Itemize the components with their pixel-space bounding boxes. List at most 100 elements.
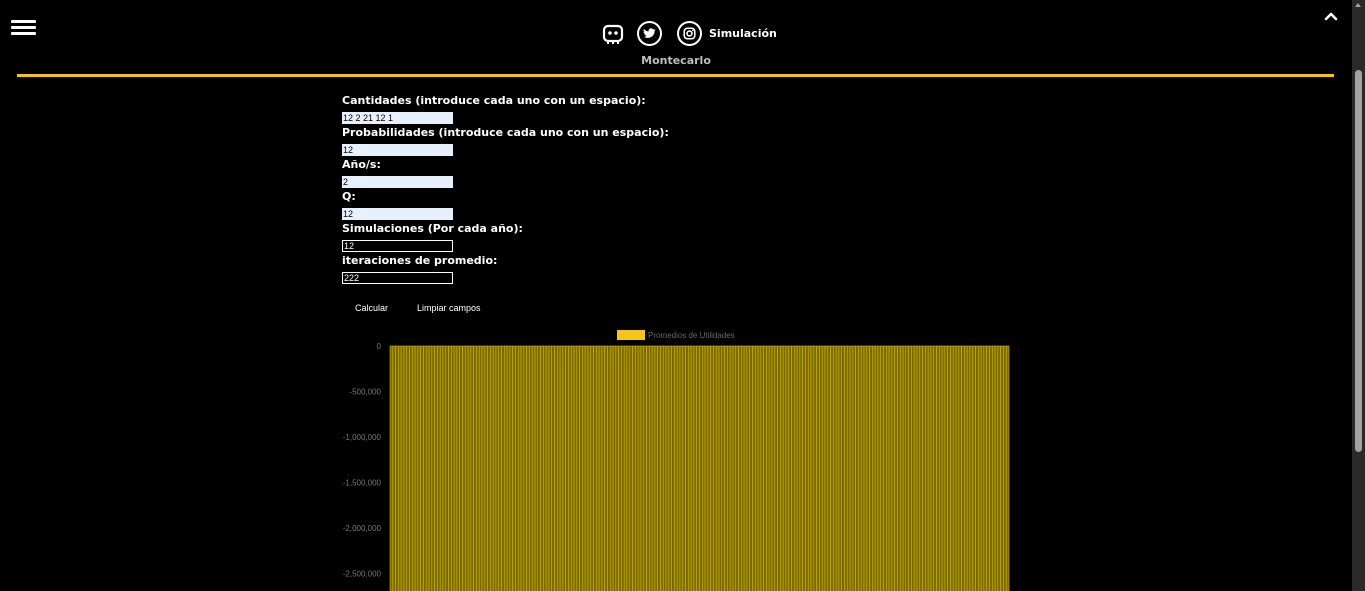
chart-bar — [819, 345, 823, 591]
chart-bar — [827, 345, 831, 591]
chart-bar — [417, 345, 421, 591]
chart-bar — [556, 345, 561, 591]
chart-bar — [980, 345, 985, 591]
chart-bar — [414, 345, 419, 591]
chart-bar — [813, 345, 817, 591]
chart-bar — [916, 345, 921, 591]
chart-bar — [922, 345, 926, 591]
chart-bar — [437, 345, 441, 591]
chart-bar — [635, 345, 639, 591]
cantidades-label: Cantidades (introduce cada uno con un es… — [342, 94, 646, 107]
chart-bar — [997, 345, 1001, 591]
simulaciones-label: Simulaciones (Por cada año): — [342, 222, 523, 235]
limpiar-campos-button[interactable]: Limpiar campos — [417, 303, 481, 313]
q-label: Q: — [342, 190, 356, 203]
y-tick-label: -2,000,000 — [343, 524, 382, 533]
chart-bar — [835, 345, 840, 591]
chart-bar — [880, 345, 884, 591]
chart-bar — [947, 345, 951, 591]
chart-bar — [899, 345, 904, 591]
nav-link-simulacion[interactable]: Simulación — [709, 27, 777, 40]
chart-bar — [858, 345, 862, 591]
chart-bar — [805, 345, 809, 591]
scroll-up-arrow-icon[interactable] — [1355, 3, 1361, 7]
chart-bar — [573, 345, 578, 591]
y-tick-label: -1,500,000 — [343, 479, 382, 488]
chart-bar — [478, 345, 483, 591]
chart-bar — [398, 345, 402, 591]
chart-bar — [470, 345, 474, 591]
scrollbar-thumb[interactable] — [1355, 70, 1362, 452]
chart-bar — [933, 345, 937, 591]
chart-bar — [715, 345, 720, 591]
chart-bar — [936, 345, 940, 591]
scrollbar[interactable] — [1352, 0, 1365, 591]
chart-bar — [582, 345, 586, 591]
chart-bar — [467, 345, 472, 591]
instagram-icon[interactable] — [677, 21, 702, 46]
cantidades-input[interactable] — [342, 112, 453, 124]
chart-bar — [986, 345, 990, 591]
chart-bar — [660, 345, 664, 591]
chart-bar — [777, 345, 781, 591]
chart-bar — [1000, 345, 1004, 591]
chart-bar — [607, 345, 611, 591]
chart-bar — [456, 345, 461, 591]
chart-bar — [526, 345, 530, 591]
chart-bar — [785, 345, 790, 591]
chart-bar — [671, 345, 675, 591]
chart-bar — [991, 345, 996, 591]
chart-bar — [576, 345, 580, 591]
chart-bar — [944, 345, 948, 591]
chart-bar — [459, 345, 463, 591]
chart-bar — [593, 345, 597, 591]
chart-bar — [646, 345, 650, 591]
chart-bar — [757, 345, 762, 591]
chart-bar — [464, 345, 469, 591]
chart-bar — [654, 345, 658, 591]
calcular-button[interactable]: Calcular — [355, 303, 388, 313]
chart-bar — [780, 345, 784, 591]
chart-bar — [743, 345, 748, 591]
chart-bar — [930, 345, 935, 591]
q-input[interactable] — [342, 208, 453, 220]
probabilidades-input[interactable] — [342, 144, 453, 156]
chart-bar — [883, 345, 887, 591]
chart-bar — [841, 345, 845, 591]
anos-input[interactable] — [342, 176, 453, 188]
chart-bar — [623, 345, 628, 591]
chart-bar — [509, 345, 513, 591]
chart-bar — [495, 345, 500, 591]
chart-bar — [562, 345, 566, 591]
chart-bar — [913, 345, 918, 591]
discord-icon[interactable] — [601, 22, 625, 46]
iteraciones-label: iteraciones de promedio: — [342, 254, 498, 267]
chart-bar — [975, 345, 979, 591]
iteraciones-input[interactable] — [342, 272, 453, 284]
chart-bar — [448, 345, 452, 591]
chart-bar — [587, 345, 592, 591]
legend-label: Promedios de Utilidades — [648, 331, 735, 340]
chart-bar — [428, 345, 433, 591]
chart-bar — [662, 345, 667, 591]
chart-bar — [498, 345, 502, 591]
chevron-up-icon[interactable] — [1323, 9, 1339, 23]
chart-bar — [754, 345, 759, 591]
chart-bar — [927, 345, 932, 591]
twitter-icon[interactable] — [637, 21, 662, 46]
chart-bar — [964, 345, 968, 591]
chart-bar — [738, 345, 742, 591]
chart-bar — [838, 345, 843, 591]
page: Simulación Montecarlo Cantidades (introd… — [0, 0, 1352, 591]
chart-bar — [766, 345, 770, 591]
chart-bar — [612, 345, 617, 591]
chart-bar — [844, 345, 848, 591]
chart-bar — [807, 345, 812, 591]
chart-bar — [760, 345, 764, 591]
chart-bar — [431, 345, 435, 591]
chart-bar — [696, 345, 700, 591]
chart-bar — [395, 345, 399, 591]
chart-bar — [855, 345, 859, 591]
simulaciones-input[interactable] — [342, 240, 453, 252]
menu-icon[interactable] — [11, 18, 36, 38]
